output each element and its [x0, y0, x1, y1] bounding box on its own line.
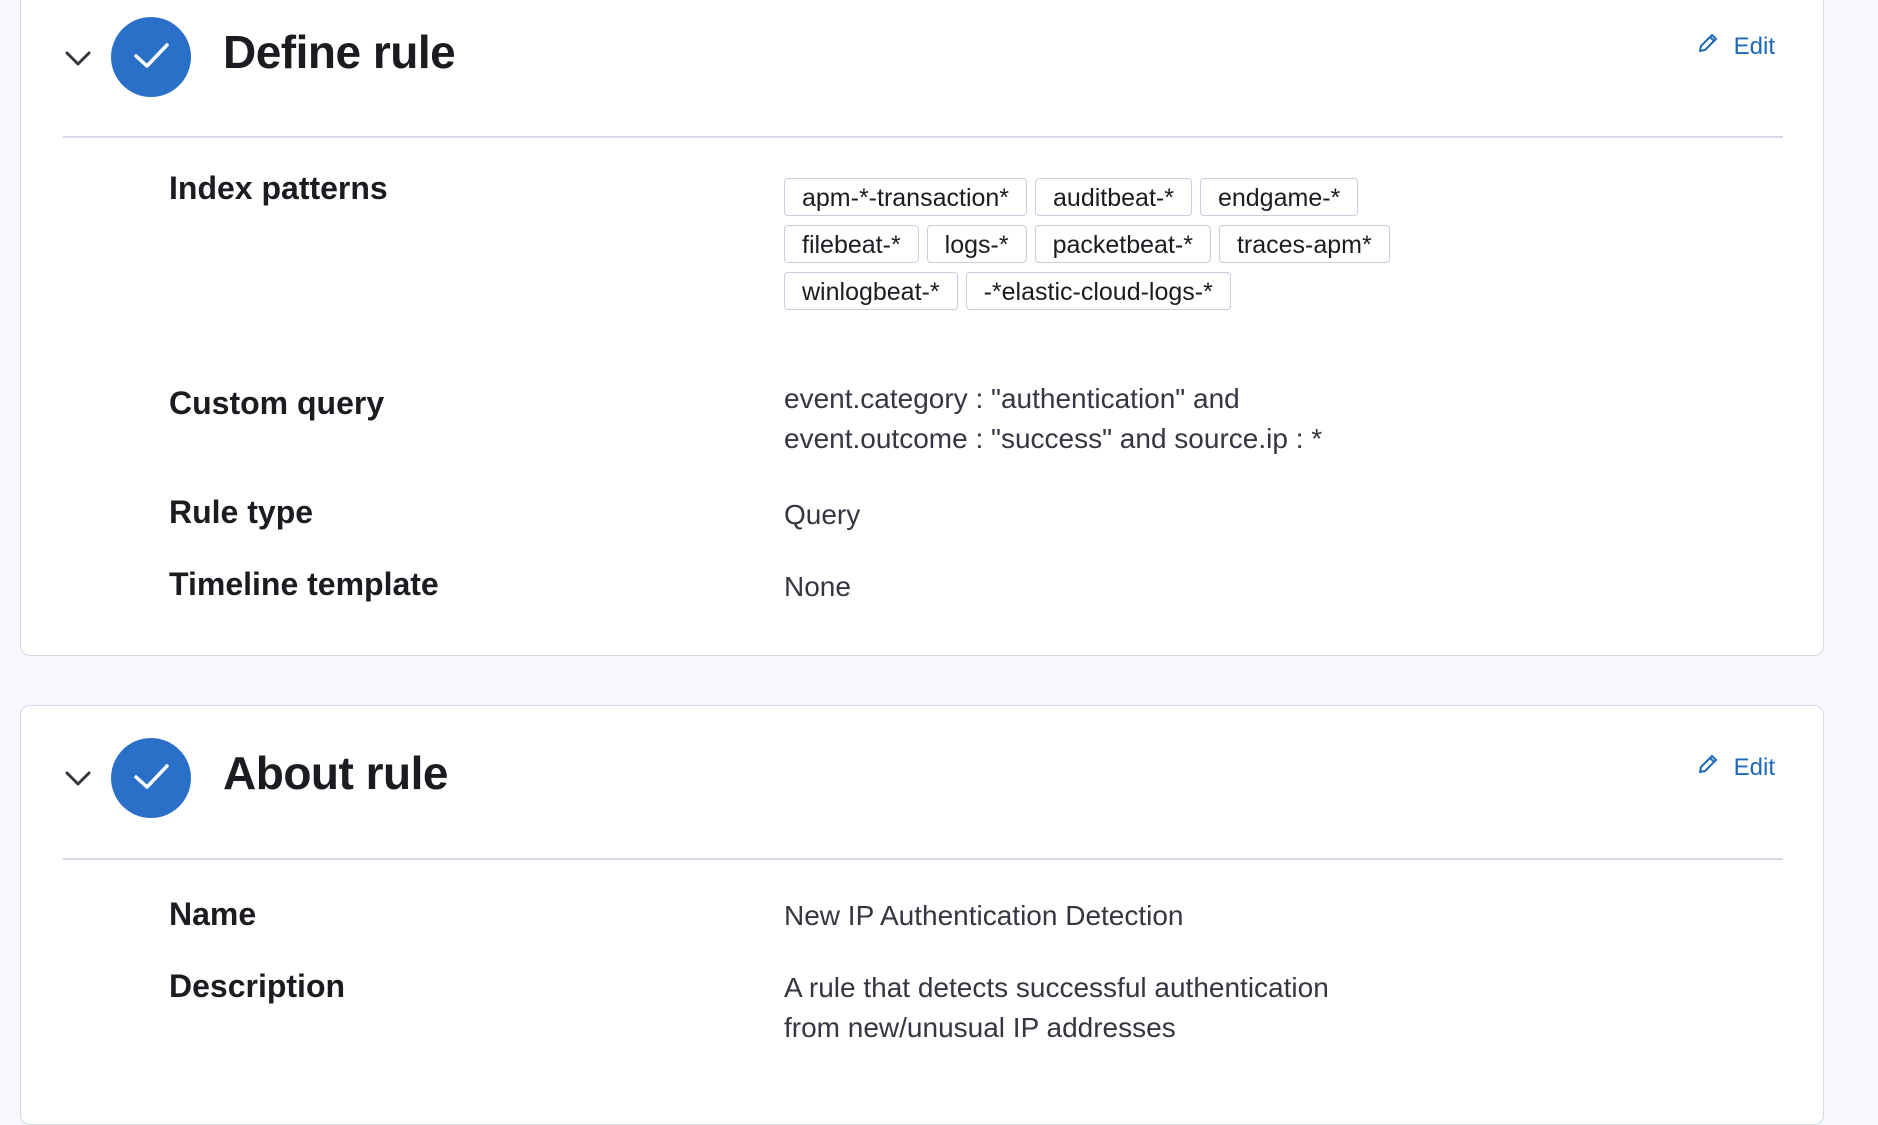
description-line: from new/unusual IP addresses — [784, 1012, 1176, 1043]
timeline-template-value: None — [784, 571, 851, 602]
about-rule-header: About rule Edit — [21, 706, 1823, 826]
index-pattern-badge: -*elastic-cloud-logs-* — [965, 272, 1231, 310]
index-pattern-badge: endgame-* — [1199, 178, 1359, 216]
custom-query-line: event.category : "authentication" and — [784, 383, 1240, 414]
step-complete-badge — [111, 738, 191, 818]
check-icon — [130, 755, 172, 802]
custom-query-line: event.outcome : "success" and source.ip … — [784, 423, 1323, 454]
edit-label: Edit — [1733, 753, 1775, 781]
rule-type-value: Query — [784, 499, 861, 530]
define-rule-title: Define rule — [223, 26, 456, 78]
chevron-down-icon[interactable] — [63, 763, 93, 793]
define-rule-header: Define rule Edit — [21, 1, 1823, 121]
name-label: Name — [169, 896, 257, 932]
pencil-icon — [1696, 752, 1720, 783]
define-rule-edit-button[interactable]: Edit — [1696, 31, 1775, 62]
header-divider — [63, 858, 1783, 860]
step-complete-badge — [111, 17, 191, 97]
custom-query-label: Custom query — [169, 385, 385, 421]
define-rule-panel: Define rule Edit Index patterns apm-*-tr… — [20, 0, 1824, 656]
index-pattern-badge: winlogbeat-* — [784, 272, 958, 310]
description-label: Description — [169, 968, 346, 1004]
index-pattern-badge: traces-apm* — [1218, 225, 1390, 263]
index-patterns-list: apm-*-transaction* auditbeat-* endgame-*… — [784, 178, 1404, 310]
timeline-template-label: Timeline template — [169, 566, 439, 602]
pencil-icon — [1696, 31, 1720, 62]
about-rule-panel: About rule Edit Name New IP Authenticati… — [20, 705, 1824, 1125]
about-rule-title: About rule — [223, 747, 448, 799]
index-pattern-badge: apm-*-transaction* — [784, 178, 1028, 216]
rule-type-label: Rule type — [169, 494, 314, 530]
edit-label: Edit — [1733, 32, 1775, 60]
name-value: New IP Authentication Detection — [784, 900, 1184, 931]
header-divider — [63, 136, 1783, 138]
index-pattern-badge: logs-* — [926, 225, 1027, 263]
description-value: A rule that detects successful authentic… — [784, 968, 1329, 1048]
index-patterns-label: Index patterns — [169, 170, 388, 206]
description-line: A rule that detects successful authentic… — [784, 972, 1329, 1003]
index-pattern-badge: auditbeat-* — [1035, 178, 1192, 216]
chevron-down-icon[interactable] — [63, 43, 93, 73]
custom-query-value: event.category : "authentication" and ev… — [784, 379, 1322, 459]
index-pattern-badge: packetbeat-* — [1034, 225, 1211, 263]
about-rule-edit-button[interactable]: Edit — [1696, 752, 1775, 783]
check-icon — [130, 34, 172, 81]
index-pattern-badge: filebeat-* — [784, 225, 919, 263]
